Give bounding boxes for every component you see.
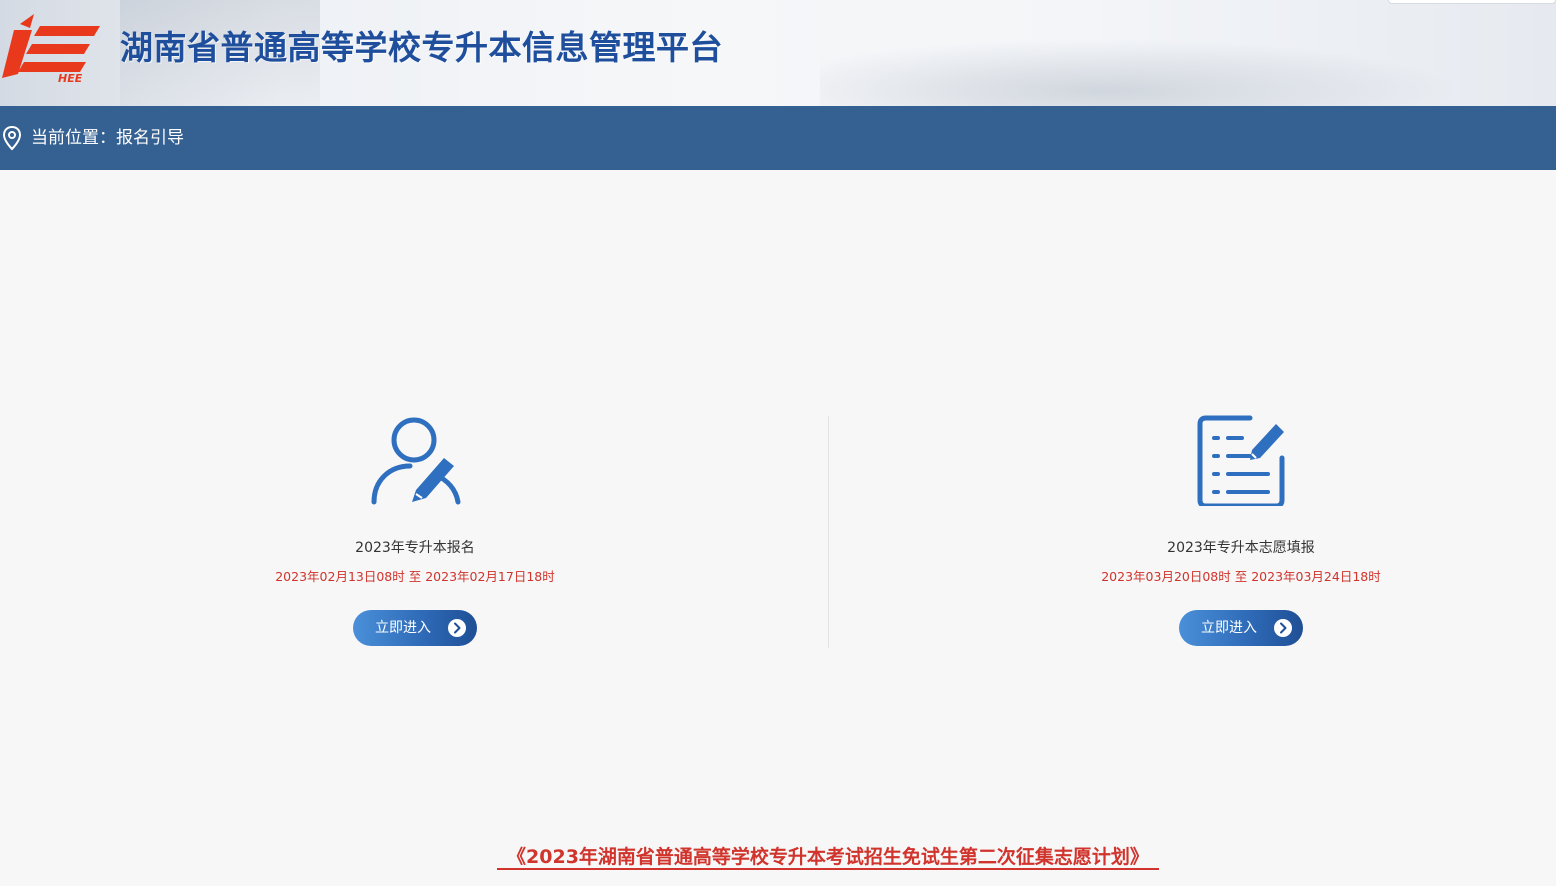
notice-link[interactable]: 《2023年湖南省普通高等学校专升本考试招生免试生第二次征集志愿计划》: [497, 844, 1159, 870]
enter-application-button[interactable]: 立即进入: [1179, 610, 1303, 646]
enter-registration-button[interactable]: 立即进入: [353, 610, 477, 646]
card-title: 2023年专升本报名: [355, 540, 475, 556]
site-header: HEE 湖南省普通高等学校专升本信息管理平台: [0, 0, 1556, 106]
chevron-right-circle-icon: [1274, 619, 1292, 637]
button-label: 立即进入: [375, 620, 431, 636]
card-title: 2023年专升本志愿填报: [1167, 540, 1315, 556]
logo-text: HEE: [58, 72, 83, 84]
button-label: 立即进入: [1201, 620, 1257, 636]
location-pin-icon: [2, 125, 22, 151]
page: HEE 湖南省普通高等学校专升本信息管理平台 当前位置：报名引导 2023年专升…: [0, 0, 1556, 886]
breadcrumb-bar: 当前位置：报名引导: [0, 106, 1556, 170]
logo-icon[interactable]: HEE: [0, 12, 104, 84]
form-edit-icon: [1197, 415, 1285, 506]
card-date-range: 2023年02月13日08时 至 2023年02月17日18时: [275, 569, 555, 584]
user-edit-icon: [371, 417, 461, 505]
chevron-right-circle-icon: [448, 619, 466, 637]
breadcrumb: 当前位置：报名引导: [31, 128, 184, 148]
card-date-range: 2023年03月20日08时 至 2023年03月24日18时: [1101, 569, 1381, 584]
application-card: 2023年专升本志愿填报 2023年03月20日08时 至 2023年03月24…: [1041, 410, 1441, 660]
registration-card: 2023年专升本报名 2023年02月13日08时 至 2023年02月17日1…: [215, 410, 615, 660]
header-corner-panel: [1388, 0, 1556, 4]
card-divider: [828, 416, 829, 648]
site-title: 湖南省普通高等学校专升本信息管理平台: [120, 28, 723, 67]
